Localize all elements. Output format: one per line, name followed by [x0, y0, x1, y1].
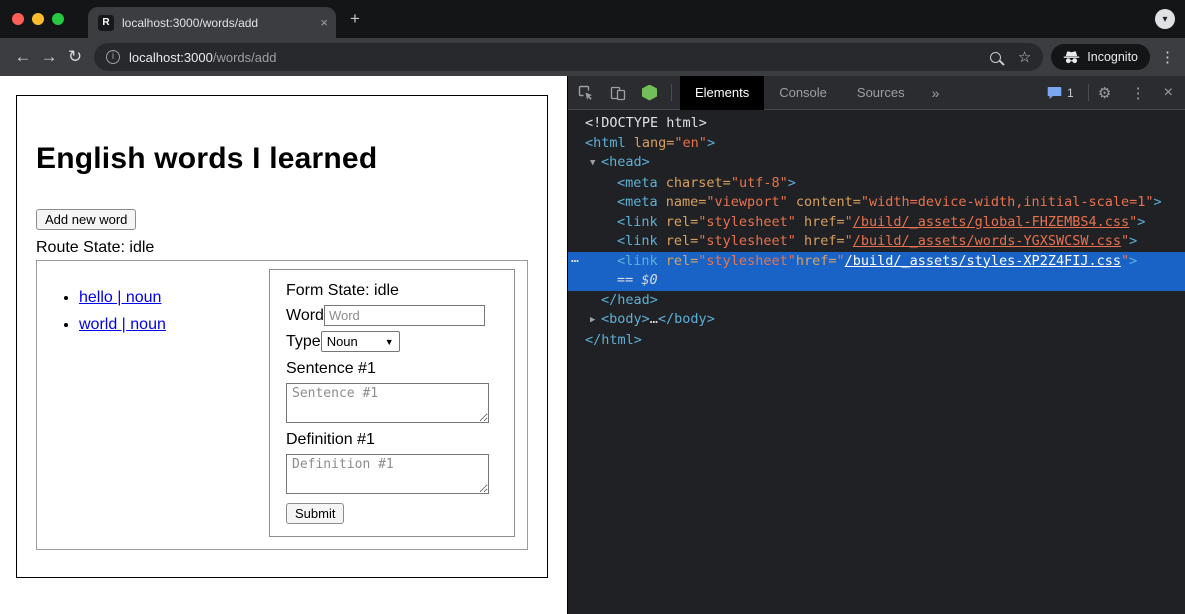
chevron-down-icon: ▾ — [1162, 14, 1167, 25]
site-info-icon[interactable]: i — [106, 50, 120, 64]
dom-node-line[interactable]: <meta charset="utf-8"> — [568, 174, 1185, 194]
devtools-toolbar: ElementsConsoleSources » 1 ⚙ ⋮ × — [568, 76, 1185, 110]
remix-favicon-icon: R — [98, 15, 114, 31]
url-text: localhost:3000/words/add — [129, 50, 990, 65]
issues-count: 1 — [1067, 86, 1074, 100]
dom-node-line[interactable]: …<link rel="stylesheet"href="/build/_ass… — [568, 252, 1185, 272]
select-dropdown-arrow-icon: ▼ — [385, 337, 394, 347]
word-list-item: world | noun — [79, 316, 166, 334]
word-input[interactable] — [324, 305, 485, 326]
tab-close-icon[interactable]: × — [320, 15, 328, 30]
issues-bubble-icon — [1047, 86, 1062, 100]
content-area: English words I learned Add new word Rou… — [0, 76, 1185, 614]
disclosure-triangle-icon[interactable]: ▼ — [590, 154, 601, 174]
bookmark-star-icon[interactable]: ☆ — [1018, 48, 1031, 66]
favicon-letter: R — [102, 17, 109, 28]
dom-node-line[interactable]: <link rel="stylesheet" href="/build/_ass… — [568, 213, 1185, 233]
dom-node-line[interactable]: </head> — [568, 291, 1185, 311]
dom-node-line[interactable]: <!DOCTYPE html> — [568, 114, 1185, 134]
toolbar-divider — [1088, 84, 1089, 101]
definition-textarea[interactable] — [286, 454, 489, 494]
add-new-word-button[interactable]: Add new word — [36, 209, 136, 230]
devtools-tabs: ElementsConsoleSources — [680, 76, 920, 110]
add-word-form: Form State: idle Word Type Noun ▼ — [269, 269, 515, 537]
device-toolbar-icon[interactable] — [610, 85, 626, 101]
extension-hexagon-icon[interactable] — [642, 85, 657, 101]
stylesheet-link: /build/_assets/styles-XP2Z4FIJ.css — [845, 253, 1121, 269]
dom-node-line[interactable]: == $0 — [568, 271, 1185, 291]
devtools-close-icon[interactable]: × — [1164, 84, 1173, 102]
dom-node-line[interactable]: <html lang="en"> — [568, 134, 1185, 154]
page-title: English words I learned — [36, 142, 528, 176]
tab-strip: R localhost:3000/words/add × + ▾ — [0, 0, 1185, 38]
address-bar[interactable]: i localhost:3000/words/add ☆ — [94, 43, 1043, 71]
more-tabs-icon[interactable]: » — [932, 85, 940, 101]
node-more-actions-icon[interactable]: … — [571, 249, 579, 269]
disclosure-triangle-icon[interactable]: ▶ — [590, 311, 601, 331]
web-page: English words I learned Add new word Rou… — [0, 76, 567, 614]
browser-tab[interactable]: R localhost:3000/words/add × — [88, 7, 336, 38]
back-button[interactable]: ← — [10, 47, 36, 67]
devtools-tab-elements[interactable]: Elements — [680, 76, 764, 110]
fullscreen-window-button[interactable] — [52, 13, 64, 25]
dom-node-line[interactable]: ▶<body>…</body> — [568, 310, 1185, 331]
words-list: hello | noun world | noun — [49, 289, 166, 334]
form-state-text: Form State: idle — [286, 282, 498, 300]
issues-counter[interactable]: 1 — [1047, 86, 1074, 100]
settings-gear-icon[interactable]: ⚙ — [1097, 85, 1113, 101]
incognito-icon — [1063, 51, 1080, 64]
type-field-row: Type Noun ▼ — [286, 331, 498, 352]
new-tab-button[interactable]: + — [350, 8, 360, 30]
incognito-label: Incognito — [1087, 50, 1138, 64]
reload-button[interactable]: ↻ — [62, 47, 88, 67]
devtools-panel: ElementsConsoleSources » 1 ⚙ ⋮ × <!DOCTY… — [567, 76, 1185, 614]
minimize-window-button[interactable] — [32, 13, 44, 25]
dom-node-line[interactable]: </html> — [568, 331, 1185, 351]
profile-menu-button[interactable]: ▾ — [1155, 9, 1175, 29]
browser-window: R localhost:3000/words/add × + ▾ ← → ↻ i… — [0, 0, 1185, 614]
words-panel: hello | noun world | noun Form State: idl… — [36, 260, 528, 550]
word-list-item: hello | noun — [79, 289, 166, 307]
url-path: /words/add — [213, 50, 277, 65]
inspect-element-icon[interactable] — [578, 85, 594, 101]
browser-toolbar: ← → ↻ i localhost:3000/words/add ☆ Incog… — [0, 38, 1185, 76]
definition-label: Definition #1 — [286, 431, 498, 449]
window-controls — [12, 13, 64, 25]
forward-button[interactable]: → — [36, 47, 62, 67]
type-label: Type — [286, 333, 321, 351]
tab-title: localhost:3000/words/add — [122, 16, 314, 30]
word-label: Word — [286, 307, 324, 325]
word-field-row: Word — [286, 305, 498, 326]
incognito-badge: Incognito — [1051, 44, 1150, 70]
words-section: hello | noun world | noun — [49, 269, 166, 541]
stylesheet-link: /build/_assets/global-FHZEMBS4.css — [853, 214, 1129, 230]
dom-tree: <!DOCTYPE html><html lang="en">▼<head><m… — [568, 110, 1185, 350]
zoom-icon[interactable] — [990, 52, 1001, 63]
type-select[interactable]: Noun ▼ — [321, 331, 400, 352]
browser-menu-icon[interactable]: ⋮ — [1160, 48, 1175, 66]
toolbar-divider — [671, 84, 672, 101]
dom-node-line[interactable]: ▼<head> — [568, 153, 1185, 174]
word-link[interactable]: hello | noun — [79, 289, 161, 306]
sentence-label: Sentence #1 — [286, 360, 498, 378]
url-host: localhost:3000 — [129, 50, 213, 65]
route-state-text: Route State: idle — [36, 239, 528, 257]
word-link[interactable]: world | noun — [79, 316, 166, 333]
dom-node-line[interactable]: <link rel="stylesheet" href="/build/_ass… — [568, 232, 1185, 252]
type-select-value: Noun — [327, 334, 358, 349]
submit-button[interactable]: Submit — [286, 503, 344, 524]
devtools-menu-icon[interactable]: ⋮ — [1131, 84, 1146, 102]
devtools-tab-sources[interactable]: Sources — [842, 76, 920, 110]
dom-node-line[interactable]: <meta name="viewport" content="width=dev… — [568, 193, 1185, 213]
sentence-textarea[interactable] — [286, 383, 489, 423]
devtools-tab-console[interactable]: Console — [764, 76, 842, 110]
stylesheet-link: /build/_assets/words-YGXSWCSW.css — [853, 233, 1121, 249]
close-window-button[interactable] — [12, 13, 24, 25]
page-container: English words I learned Add new word Rou… — [16, 95, 548, 578]
